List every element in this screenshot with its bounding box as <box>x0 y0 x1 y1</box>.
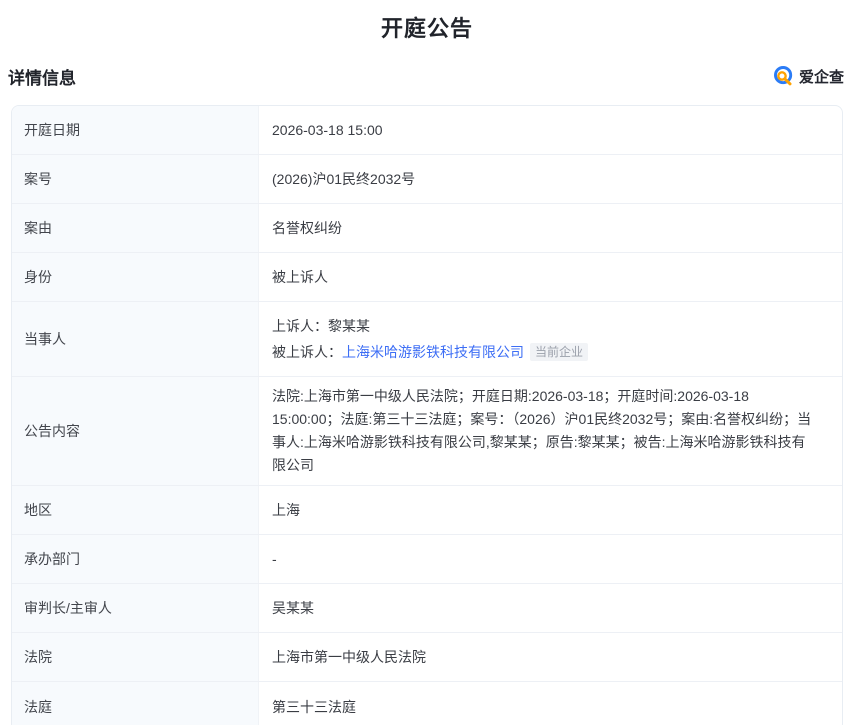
row-value: 第三十三法庭 <box>259 682 842 725</box>
appellee-label: 被上诉人： <box>272 339 342 365</box>
table-row-courtroom: 法庭 第三十三法庭 <box>12 682 842 725</box>
table-row-judge: 审判长/主审人 吴某某 <box>12 584 842 633</box>
row-label: 案由 <box>12 204 259 252</box>
table-row-case-number: 案号 (2026)沪01民终2032号 <box>12 155 842 204</box>
aiqicha-logo-icon <box>773 65 795 87</box>
row-label: 法庭 <box>12 682 259 725</box>
hearing-announcement-page: 开庭公告 详情信息 爱企查 开庭日期 2026-03-18 15:00 案号 (… <box>0 0 854 725</box>
table-row-identity: 身份 被上诉人 <box>12 253 842 302</box>
page-title: 开庭公告 <box>0 0 854 43</box>
row-label: 承办部门 <box>12 535 259 583</box>
table-row-announcement-content: 公告内容 法院:上海市第一中级人民法院；开庭日期:2026-03-18；开庭时间… <box>12 377 842 486</box>
row-value: 上海市第一中级人民法院 <box>259 633 842 681</box>
table-row-hearing-date: 开庭日期 2026-03-18 15:00 <box>12 106 842 155</box>
row-label: 当事人 <box>12 302 259 376</box>
row-label: 审判长/主审人 <box>12 584 259 632</box>
row-value: 名誉权纠纷 <box>259 204 842 252</box>
appellee-line: 被上诉人： 上海米哈游影铁科技有限公司 当前企业 <box>272 339 588 365</box>
section-title: 详情信息 <box>8 64 76 89</box>
table-row-parties: 当事人 上诉人：黎某某 被上诉人： 上海米哈游影铁科技有限公司 当前企业 <box>12 302 842 377</box>
company-link[interactable]: 上海米哈游影铁科技有限公司 <box>342 339 524 365</box>
row-value: 上诉人：黎某某 被上诉人： 上海米哈游影铁科技有限公司 当前企业 <box>259 302 842 376</box>
row-label: 公告内容 <box>12 377 259 485</box>
row-value: 上海 <box>259 486 842 534</box>
table-row-region: 地区 上海 <box>12 486 842 535</box>
row-label: 开庭日期 <box>12 106 259 154</box>
aiqicha-brand-link[interactable]: 爱企查 <box>773 65 844 87</box>
row-value: 被上诉人 <box>259 253 842 301</box>
row-value: 吴某某 <box>259 584 842 632</box>
row-value: (2026)沪01民终2032号 <box>259 155 842 203</box>
row-label: 身份 <box>12 253 259 301</box>
section-header: 详情信息 爱企查 <box>8 64 844 88</box>
row-value: 2026-03-18 15:00 <box>259 106 842 154</box>
row-label: 法院 <box>12 633 259 681</box>
announcement-text: 法院:上海市第一中级人民法院；开庭日期:2026-03-18；开庭时间:2026… <box>272 385 818 477</box>
row-label: 案号 <box>12 155 259 203</box>
row-value: - <box>259 535 842 583</box>
detail-table: 开庭日期 2026-03-18 15:00 案号 (2026)沪01民终2032… <box>11 105 843 725</box>
appellant-line: 上诉人：黎某某 <box>272 313 588 339</box>
table-row-department: 承办部门 - <box>12 535 842 584</box>
row-label: 地区 <box>12 486 259 534</box>
row-value: 法院:上海市第一中级人民法院；开庭日期:2026-03-18；开庭时间:2026… <box>259 377 842 485</box>
table-row-court: 法院 上海市第一中级人民法院 <box>12 633 842 682</box>
current-company-badge: 当前企业 <box>530 343 588 361</box>
table-row-cause: 案由 名誉权纠纷 <box>12 204 842 253</box>
aiqicha-brand-name: 爱企查 <box>799 66 844 87</box>
